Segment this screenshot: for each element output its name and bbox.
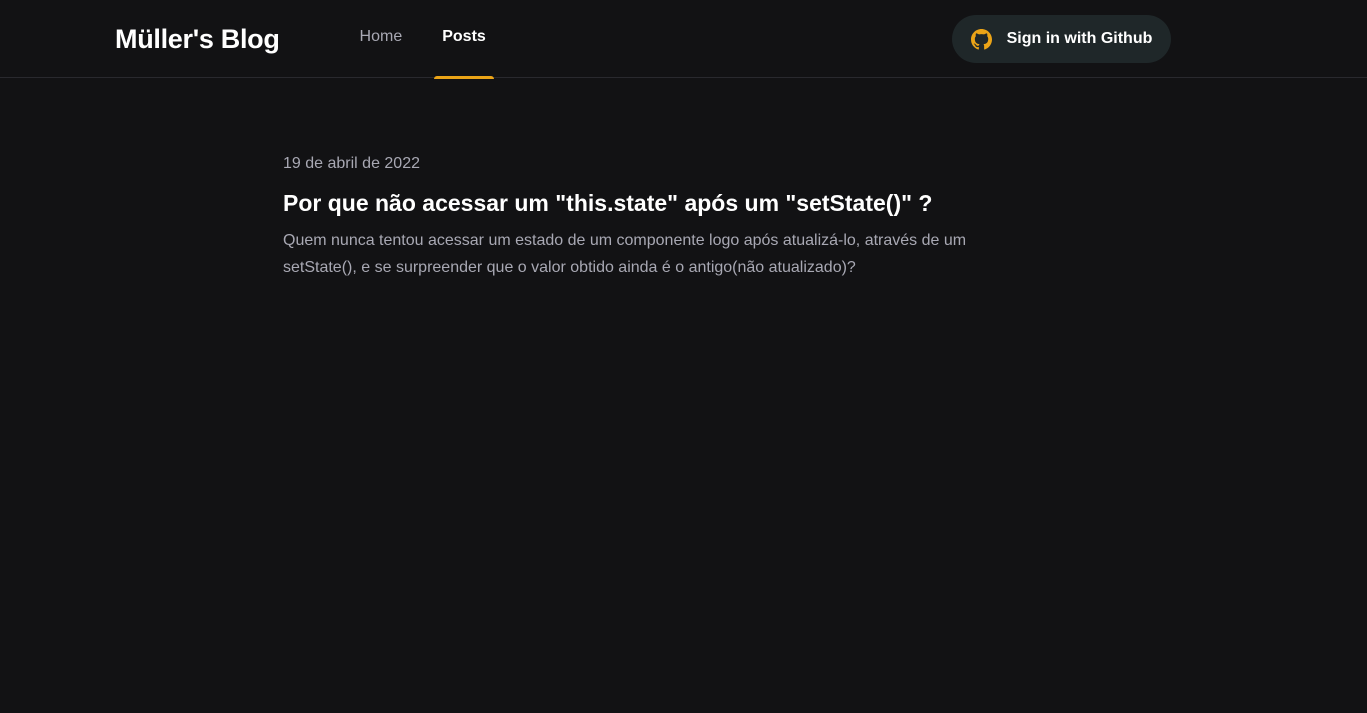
nav-home-link[interactable]: Home xyxy=(352,0,411,78)
sign-in-label: Sign in with Github xyxy=(1006,30,1153,47)
sign-in-github-button[interactable]: Sign in with Github xyxy=(952,15,1171,63)
blog-logo[interactable]: Müller's Blog xyxy=(115,24,280,55)
site-header: Müller's Blog Home Posts Sign in with Gi… xyxy=(0,0,1367,79)
nav-home-label: Home xyxy=(359,28,403,45)
main-nav: Home Posts xyxy=(352,0,518,79)
nav-posts-link[interactable]: Posts xyxy=(434,0,494,79)
post-title-link[interactable]: Por que não acessar um "this.state" após… xyxy=(283,190,1003,218)
nav-posts-label: Posts xyxy=(442,28,486,45)
post-excerpt: Quem nunca tentou acessar um estado de u… xyxy=(283,231,967,276)
github-icon xyxy=(970,28,992,50)
header-content: Müller's Blog Home Posts Sign in with Gi… xyxy=(115,0,1171,79)
post-date: 19 de abril de 2022 xyxy=(283,155,420,172)
post-item: 19 de abril de 2022 Por que não acessar … xyxy=(283,155,1003,281)
posts-list: 19 de abril de 2022 Por que não acessar … xyxy=(283,155,1003,281)
